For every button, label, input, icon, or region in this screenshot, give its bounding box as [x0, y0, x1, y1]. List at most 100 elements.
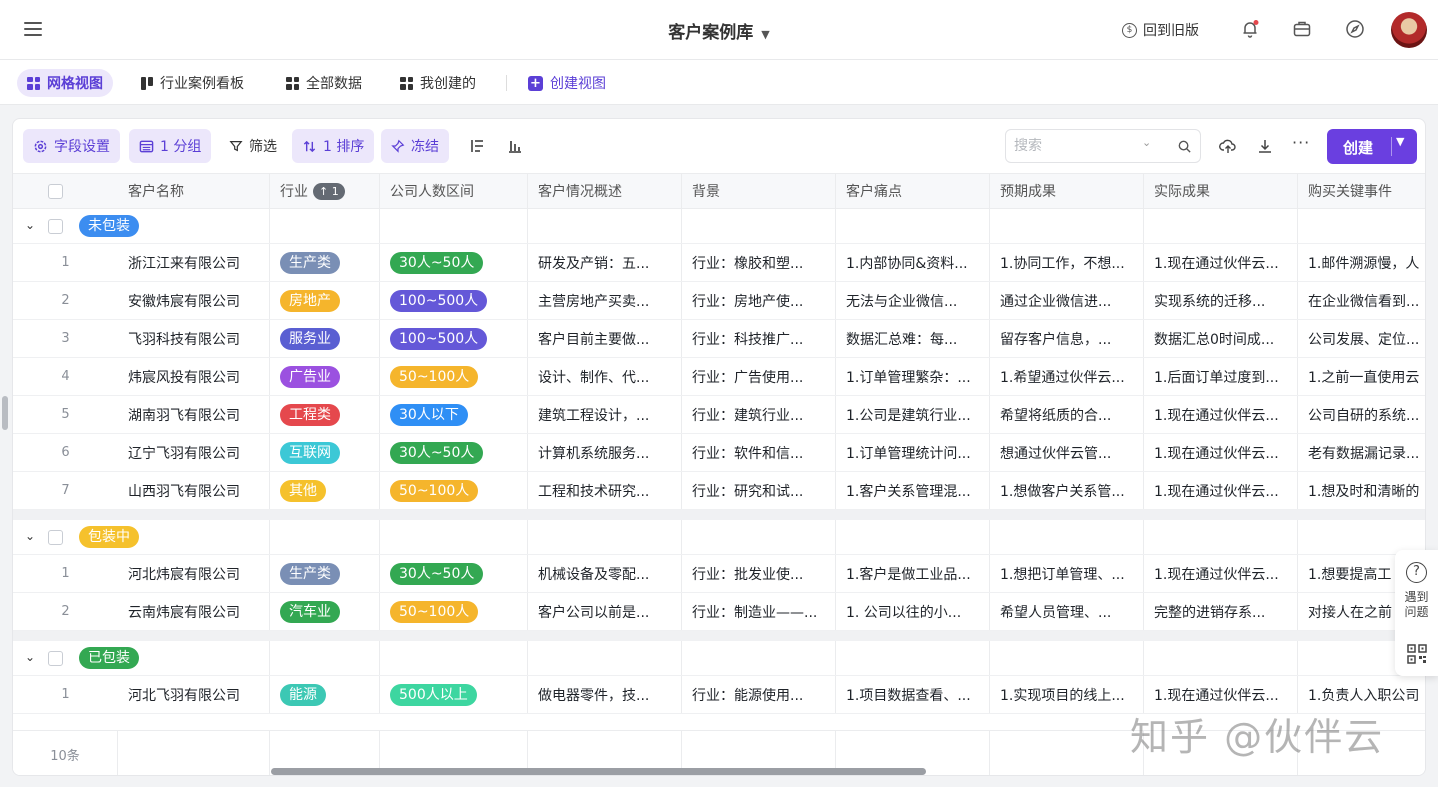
column-header[interactable]: 背景: [682, 174, 836, 208]
table-cell[interactable]: 设计、制作、代...: [528, 358, 682, 395]
table-cell[interactable]: 无法与企业微信...: [836, 282, 990, 319]
table-cell[interactable]: 1. 公司以往的小...: [836, 593, 990, 630]
statistics-button[interactable]: [497, 129, 533, 163]
table-cell[interactable]: 1.协同工作，不想...: [990, 244, 1144, 281]
avatar[interactable]: [1391, 12, 1427, 48]
table-cell[interactable]: 生产类: [270, 555, 380, 592]
chevron-down-icon[interactable]: ▼: [761, 28, 769, 41]
sidebar-drag-handle[interactable]: [2, 396, 8, 430]
table-cell[interactable]: 1.现在通过伙伴云...: [1144, 396, 1298, 433]
tab-all-data[interactable]: 全部数据: [276, 69, 372, 97]
table-cell[interactable]: 行业：制造业——...: [682, 593, 836, 630]
table-cell[interactable]: 河北炜宸有限公司: [118, 555, 270, 592]
table-cell[interactable]: 建筑工程设计，...: [528, 396, 682, 433]
table-cell[interactable]: 客户公司以前是...: [528, 593, 682, 630]
freeze-button[interactable]: 冻结: [381, 129, 449, 163]
table-cell[interactable]: 50~100人: [380, 472, 528, 509]
table-cell[interactable]: 汽车业: [270, 593, 380, 630]
column-header[interactable]: 实际成果: [1144, 174, 1298, 208]
table-cell[interactable]: 1.现在通过伙伴云...: [1144, 472, 1298, 509]
column-header[interactable]: 客户名称: [118, 174, 270, 208]
table-cell[interactable]: 1.实现项目的线上...: [990, 676, 1144, 713]
tab-grid-view[interactable]: 网格视图: [17, 69, 113, 97]
table-cell[interactable]: 1.客户关系管理混...: [836, 472, 990, 509]
upload-icon[interactable]: [1219, 137, 1237, 155]
chevron-down-icon[interactable]: ▼: [1396, 135, 1404, 148]
table-cell[interactable]: 机械设备及零配...: [528, 555, 682, 592]
table-cell[interactable]: 广告业: [270, 358, 380, 395]
qr-code-icon[interactable]: [1407, 644, 1427, 664]
table-cell[interactable]: 500人以上: [380, 676, 528, 713]
table-cell[interactable]: 生产类: [270, 244, 380, 281]
search-icon[interactable]: [1177, 139, 1192, 154]
table-cell[interactable]: 行业：橡胶和塑...: [682, 244, 836, 281]
create-record-button[interactable]: 创建 ▼: [1327, 129, 1417, 164]
group-checkbox[interactable]: [48, 219, 63, 234]
table-cell[interactable]: 公司自研的系统...: [1298, 396, 1425, 433]
table-cell[interactable]: 行业：科技推广...: [682, 320, 836, 357]
table-cell[interactable]: 工程和技术研究...: [528, 472, 682, 509]
table-cell[interactable]: 1.后面订单过度到...: [1144, 358, 1298, 395]
table-cell[interactable]: 30人~50人: [380, 434, 528, 471]
table-cell[interactable]: 能源: [270, 676, 380, 713]
table-cell[interactable]: 1.订单管理繁杂：...: [836, 358, 990, 395]
sort-button[interactable]: 1 排序: [292, 129, 375, 163]
table-row[interactable]: 1 浙江江来有限公司 生产类 30人~50人 研发及产销：五... 行业：橡胶和塑... 1…: [13, 244, 1425, 282]
hamburger-menu-icon[interactable]: [24, 22, 42, 38]
filter-button[interactable]: 筛选: [219, 129, 287, 163]
table-cell[interactable]: 辽宁飞羽有限公司: [118, 434, 270, 471]
table-row[interactable]: 2 安徽炜宸有限公司 房地产 100~500人 主营房地产买卖... 行业：房地产使...…: [13, 282, 1425, 320]
column-header[interactable]: 行业 ↑ 1: [270, 174, 380, 208]
table-row[interactable]: 3 飞羽科技有限公司 服务业 100~500人 客户目前主要做... 行业：科技推广...…: [13, 320, 1425, 358]
table-cell[interactable]: 1.内部协同&资料...: [836, 244, 990, 281]
table-row[interactable]: 2 云南炜宸有限公司 汽车业 50~100人 客户公司以前是... 行业：制造业——...…: [13, 593, 1425, 631]
table-cell[interactable]: 1.项目数据查看、...: [836, 676, 990, 713]
table-cell[interactable]: 通过企业微信进...: [990, 282, 1144, 319]
table-row[interactable]: 7 山西羽飞有限公司 其他 50~100人 工程和技术研究... 行业：研究和试... 1.…: [13, 472, 1425, 510]
table-cell[interactable]: 1.想及时和清晰的: [1298, 472, 1425, 509]
table-row[interactable]: 4 炜宸风投有限公司 广告业 50~100人 设计、制作、代... 行业：广告使用... 1…: [13, 358, 1425, 396]
table-row[interactable]: 1 河北炜宸有限公司 生产类 30人~50人 机械设备及零配... 行业：批发业使... 1…: [13, 555, 1425, 593]
chevron-down-icon[interactable]: ⌄: [25, 650, 35, 664]
table-row[interactable]: 6 辽宁飞羽有限公司 互联网 30人~50人 计算机系统服务... 行业：软件和信... 1…: [13, 434, 1425, 472]
table-cell[interactable]: 飞羽科技有限公司: [118, 320, 270, 357]
bell-icon[interactable]: [1240, 19, 1260, 39]
table-cell[interactable]: 1.现在通过伙伴云...: [1144, 244, 1298, 281]
table-cell[interactable]: 行业：房地产使...: [682, 282, 836, 319]
table-cell[interactable]: 行业：建筑行业...: [682, 396, 836, 433]
briefcase-icon[interactable]: [1292, 19, 1312, 39]
table-cell[interactable]: 1.订单管理统计问...: [836, 434, 990, 471]
compass-icon[interactable]: [1345, 19, 1365, 39]
table-cell[interactable]: 安徽炜宸有限公司: [118, 282, 270, 319]
table-row[interactable]: 1 河北飞羽有限公司 能源 500人以上 做电器零件，技... 行业：能源使用... 1.项…: [13, 676, 1425, 714]
table-cell[interactable]: 研发及产销：五...: [528, 244, 682, 281]
table-cell[interactable]: 互联网: [270, 434, 380, 471]
table-cell[interactable]: 在企业微信看到...: [1298, 282, 1425, 319]
table-cell[interactable]: 炜宸风投有限公司: [118, 358, 270, 395]
table-cell[interactable]: 房地产: [270, 282, 380, 319]
table-cell[interactable]: 浙江江来有限公司: [118, 244, 270, 281]
group-button[interactable]: 1 分组: [129, 129, 212, 163]
table-cell[interactable]: 希望人员管理、...: [990, 593, 1144, 630]
table-cell[interactable]: 希望将纸质的合...: [990, 396, 1144, 433]
table-cell[interactable]: 完整的进销存系...: [1144, 593, 1298, 630]
table-cell[interactable]: 1.想把订单管理、...: [990, 555, 1144, 592]
table-cell[interactable]: 1.现在通过伙伴云...: [1144, 434, 1298, 471]
horizontal-scrollbar[interactable]: [271, 768, 926, 775]
table-cell[interactable]: 老有数据漏记录...: [1298, 434, 1425, 471]
table-cell[interactable]: 50~100人: [380, 358, 528, 395]
table-cell[interactable]: 想通过伙伴云管...: [990, 434, 1144, 471]
table-cell[interactable]: 其他: [270, 472, 380, 509]
chevron-down-icon[interactable]: ⌄: [25, 529, 35, 543]
table-cell[interactable]: 湖南羽飞有限公司: [118, 396, 270, 433]
table-cell[interactable]: 河北飞羽有限公司: [118, 676, 270, 713]
table-cell[interactable]: 1.负责人入职公司: [1298, 676, 1425, 713]
table-cell[interactable]: 1.想做客户关系管...: [990, 472, 1144, 509]
table-row[interactable]: 5 湖南羽飞有限公司 工程类 30人以下 建筑工程设计，... 行业：建筑行业... 1.公…: [13, 396, 1425, 434]
table-cell[interactable]: 50~100人: [380, 593, 528, 630]
table-cell[interactable]: 行业：广告使用...: [682, 358, 836, 395]
select-all-checkbox[interactable]: [48, 183, 63, 199]
chevron-down-icon[interactable]: ⌄: [1142, 136, 1151, 149]
tab-my-created[interactable]: 我创建的: [390, 69, 486, 97]
table-cell[interactable]: 数据汇总难：每...: [836, 320, 990, 357]
